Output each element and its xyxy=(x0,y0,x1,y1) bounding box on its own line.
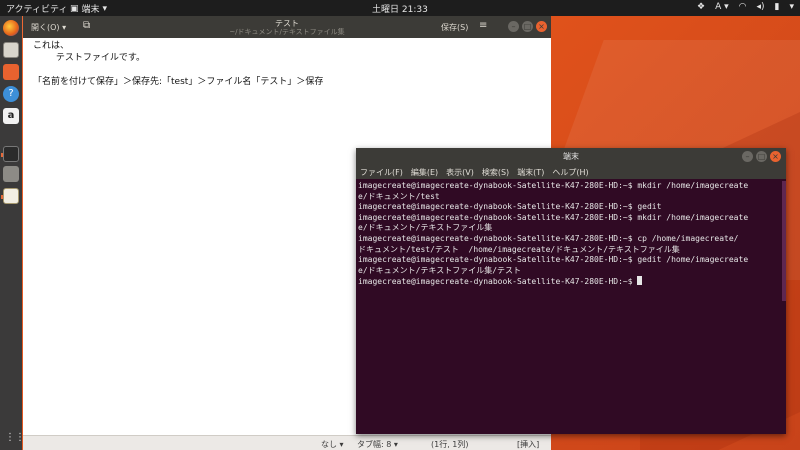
syntax-selector[interactable]: なし ▾ xyxy=(321,439,344,450)
document-line: 「名前を付けて保存」＞保存先:「test」＞ファイル名「テスト」＞保存 xyxy=(33,77,324,87)
dropbox-icon[interactable]: ❖ xyxy=(697,2,705,12)
software-icon[interactable] xyxy=(3,64,19,80)
hamburger-menu-icon[interactable]: ≡ xyxy=(479,20,487,31)
menu-help[interactable]: ヘルプ(H) xyxy=(552,167,588,178)
document-line: これは、 xyxy=(33,41,70,51)
terminal-prompt: imagecreate@imagecreate-dynabook-Satelli… xyxy=(358,277,638,287)
input-method-indicator[interactable]: A ▾ xyxy=(715,2,729,12)
activities-button[interactable]: アクティビティ xyxy=(6,2,67,15)
chevron-down-icon: ▾ xyxy=(102,3,108,14)
terminal-line: ドキュメント/test/テスト /home/imagecreate/ドキュメント… xyxy=(358,244,680,254)
volume-icon[interactable]: ◂) xyxy=(756,2,764,12)
input-method-label: A xyxy=(715,2,722,12)
maximize-icon[interactable]: □ xyxy=(756,151,767,162)
cursor-position: (1行, 1列) xyxy=(431,440,469,449)
maximize-icon[interactable]: □ xyxy=(522,21,533,32)
app-menu[interactable]: ▣ 端末 ▾ xyxy=(70,2,108,16)
status-bar: なし ▾ タブ幅: 8 ▾ (1行, 1列) [挿入] xyxy=(23,435,551,450)
text-editor-headerbar: 開く(O) ▾ ⧉ テスト ~/ドキュメント/テキストファイル集 保存(S) ≡… xyxy=(23,16,551,38)
save-button[interactable]: 保存(S) xyxy=(441,22,468,33)
terminal-line: e/ドキュメント/テキストファイル集/テスト xyxy=(358,265,522,275)
system-menu-chevron-icon[interactable]: ▾ xyxy=(789,2,794,12)
minimize-icon[interactable]: – xyxy=(508,21,519,32)
clock[interactable]: 土曜日 21:33 xyxy=(372,2,428,15)
minimize-icon[interactable]: – xyxy=(742,151,753,162)
terminal-window: 端末 – □ × ファイル(F) 編集(E) 表示(V) 検索(S) 端末(T)… xyxy=(356,148,786,434)
terminal-prompt-line: imagecreate@imagecreate-dynabook-Satelli… xyxy=(358,276,784,288)
camera-icon[interactable] xyxy=(3,166,19,182)
terminal-line: imagecreate@imagecreate-dynabook-Satelli… xyxy=(358,181,749,190)
terminal-line: e/ドキュメント/テキストファイル集 xyxy=(358,223,493,233)
menu-view[interactable]: 表示(V) xyxy=(446,167,474,178)
terminal-icon[interactable] xyxy=(1,146,19,162)
document-line: テストファイルです。 xyxy=(33,53,145,63)
terminal-small-icon: ▣ xyxy=(70,3,79,14)
terminal-cursor xyxy=(637,276,643,286)
app-menu-label: 端末 xyxy=(81,5,100,15)
terminal-title: 端末 xyxy=(563,152,579,161)
terminal-output[interactable]: imagecreate@imagecreate-dynabook-Satelli… xyxy=(358,181,784,288)
terminal-window-controls: – □ × xyxy=(742,151,781,162)
close-icon[interactable]: × xyxy=(770,151,781,162)
window-subtitle: ~/ドキュメント/テキストファイル集 xyxy=(229,28,345,36)
terminal-line: imagecreate@imagecreate-dynabook-Satelli… xyxy=(358,202,662,212)
show-applications-icon[interactable]: ⋮⋮⋮ xyxy=(5,432,35,444)
terminal-menubar: ファイル(F) 編集(E) 表示(V) 検索(S) 端末(T) ヘルプ(H) xyxy=(356,165,786,179)
terminal-line: imagecreate@imagecreate-dynabook-Satelli… xyxy=(358,233,739,243)
window-controls: – □ × xyxy=(508,21,547,32)
wifi-icon[interactable]: ◠ xyxy=(739,2,747,12)
dock: ? a ⋮⋮⋮ xyxy=(0,16,35,450)
firefox-icon[interactable] xyxy=(3,20,19,36)
help-icon[interactable]: ? xyxy=(3,86,19,102)
tab-width-selector[interactable]: タブ幅: 8 ▾ xyxy=(357,439,398,450)
menu-terminal[interactable]: 端末(T) xyxy=(517,167,544,178)
close-icon[interactable]: × xyxy=(536,21,547,32)
terminal-scrollbar[interactable] xyxy=(782,181,786,301)
terminal-line: imagecreate@imagecreate-dynabook-Satelli… xyxy=(358,255,749,265)
tab-width-label: タブ幅: 8 xyxy=(357,440,392,449)
menu-edit[interactable]: 編集(E) xyxy=(411,167,438,178)
menu-search[interactable]: 検索(S) xyxy=(482,167,509,178)
insert-mode-indicator: [挿入] xyxy=(517,440,540,449)
files-icon[interactable] xyxy=(3,42,19,58)
syntax-label: なし xyxy=(321,440,337,449)
document-text-area[interactable]: これは、 テストファイルです。 「名前を付けて保存」＞保存先:「test」＞ファ… xyxy=(33,40,323,88)
text-editor-icon[interactable] xyxy=(1,188,19,204)
battery-icon[interactable]: ▮ xyxy=(775,2,780,12)
terminal-titlebar[interactable]: 端末 – □ × xyxy=(356,148,786,165)
top-bar: アクティビティ ▣ 端末 ▾ 土曜日 21:33 ❖ A ▾ ◠ ◂) ▮ ▾ xyxy=(0,0,800,16)
terminal-line: imagecreate@imagecreate-dynabook-Satelli… xyxy=(358,212,749,222)
terminal-line: e/ドキュメント/test xyxy=(358,191,440,201)
menu-file[interactable]: ファイル(F) xyxy=(360,167,403,178)
system-tray[interactable]: ❖ A ▾ ◠ ◂) ▮ ▾ xyxy=(697,2,794,12)
amazon-icon[interactable]: a xyxy=(3,108,19,124)
